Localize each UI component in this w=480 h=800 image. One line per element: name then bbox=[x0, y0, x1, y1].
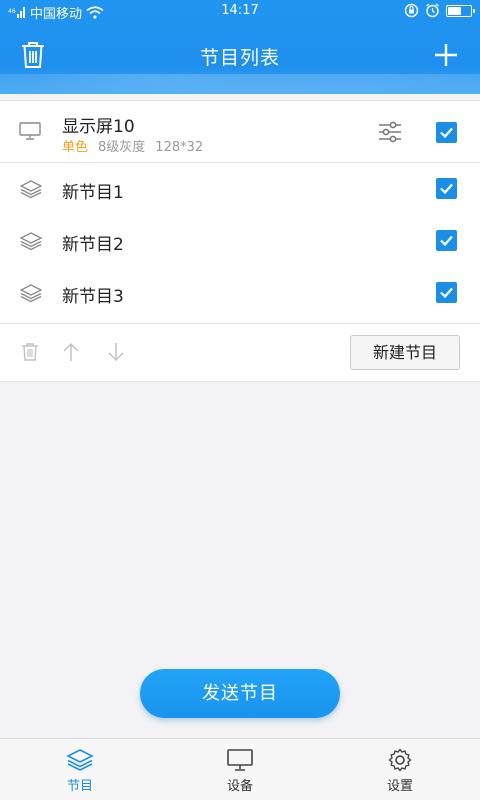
program-checkbox[interactable] bbox=[436, 282, 457, 303]
arrow-up-icon[interactable] bbox=[62, 342, 80, 362]
layers-icon bbox=[20, 232, 42, 251]
trash-icon[interactable] bbox=[21, 342, 39, 362]
battery-icon bbox=[446, 4, 475, 17]
program-label: 新节目3 bbox=[62, 287, 124, 307]
program-row[interactable]: 新节目2 bbox=[0, 215, 480, 267]
program-actions-bar: 新建节目 bbox=[0, 323, 480, 381]
page-title: 节目列表 bbox=[199, 47, 280, 69]
display-checkbox[interactable] bbox=[436, 122, 457, 143]
nav-item-settings[interactable]: 设置 bbox=[320, 739, 480, 800]
title-bar: 节目列表 bbox=[0, 24, 480, 86]
app-header: 46 中国移动 14:17 节目列表 bbox=[0, 0, 480, 94]
display-resolution: 128*32 bbox=[155, 140, 204, 155]
program-label: 新节目2 bbox=[62, 235, 124, 255]
program-row[interactable]: 新节目3 bbox=[0, 267, 480, 319]
program-label: 新节目1 bbox=[62, 183, 124, 203]
layers-icon bbox=[20, 180, 42, 199]
nav-item-programs[interactable]: 节目 bbox=[0, 739, 160, 800]
program-checkbox[interactable] bbox=[436, 178, 457, 199]
display-gray-level: 8级灰度 bbox=[98, 140, 146, 155]
add-button[interactable] bbox=[432, 40, 460, 72]
program-checkbox[interactable] bbox=[436, 230, 457, 251]
display-color-mode: 单色 bbox=[62, 140, 89, 155]
alarm-icon bbox=[426, 3, 439, 18]
nav-label: 设置 bbox=[386, 779, 413, 794]
status-right bbox=[404, 3, 475, 18]
sliders-icon[interactable] bbox=[378, 121, 402, 143]
status-bar: 46 中国移动 14:17 bbox=[0, 0, 480, 24]
check-icon bbox=[440, 235, 453, 247]
new-program-button[interactable]: 新建节目 bbox=[350, 335, 460, 370]
check-icon bbox=[440, 183, 453, 195]
send-program-button[interactable]: 发送节目 bbox=[140, 669, 340, 718]
program-list-card: 显示屏10 单色 8级灰度 128*32 新节目1 新节目2 新节目3 新建节目 bbox=[0, 100, 480, 382]
monitor-icon bbox=[19, 122, 41, 140]
monitor-icon bbox=[227, 749, 253, 771]
nav-label: 设备 bbox=[226, 779, 253, 794]
layers-icon bbox=[66, 749, 94, 771]
display-name: 显示屏10 bbox=[62, 117, 135, 137]
arrow-down-icon[interactable] bbox=[107, 342, 125, 362]
gear-icon bbox=[388, 748, 412, 772]
check-icon bbox=[440, 287, 453, 299]
lock-rotation-icon bbox=[404, 3, 419, 18]
plus-icon bbox=[435, 44, 457, 66]
check-icon bbox=[440, 127, 453, 139]
display-row[interactable]: 显示屏10 单色 8级灰度 128*32 bbox=[0, 101, 480, 163]
program-row[interactable]: 新节目1 bbox=[0, 163, 480, 215]
nav-label: 节目 bbox=[66, 779, 93, 794]
layers-icon bbox=[20, 284, 42, 303]
display-meta: 单色 8级灰度 128*32 bbox=[62, 136, 203, 155]
bottom-nav: 节目 设备 设置 bbox=[0, 738, 480, 800]
nav-item-devices[interactable]: 设备 bbox=[160, 739, 320, 800]
